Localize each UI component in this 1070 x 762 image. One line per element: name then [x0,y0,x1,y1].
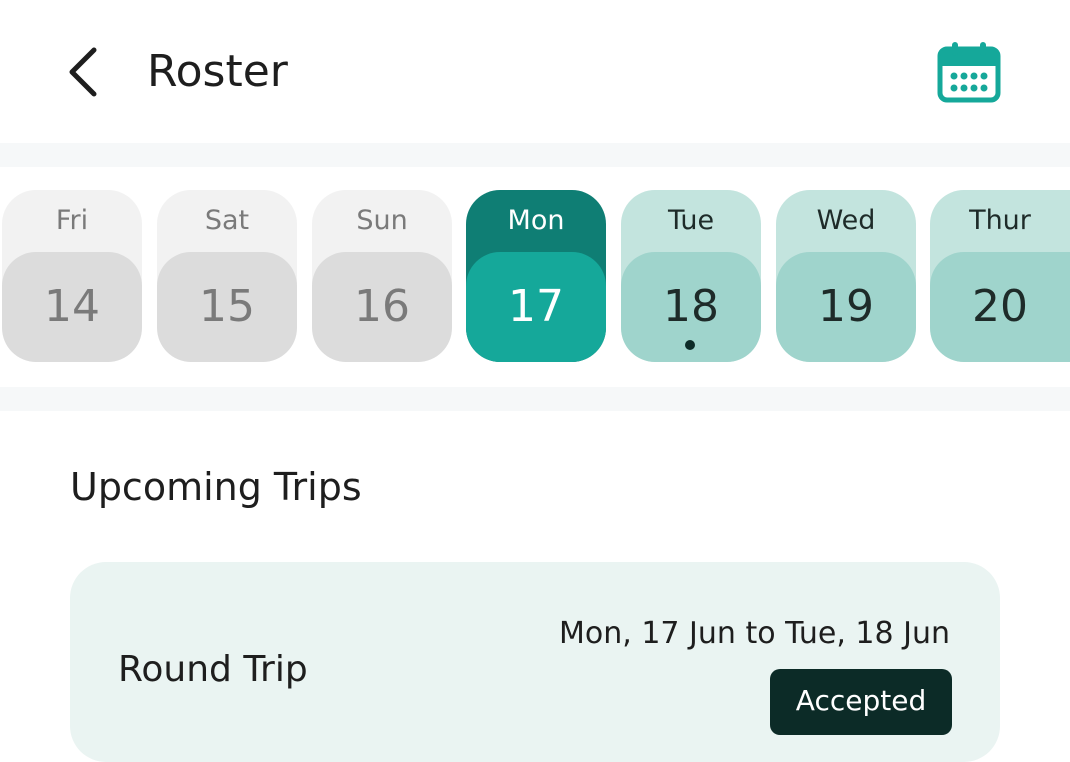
trip-dates: Mon, 17 Jun to Tue, 18 Jun [559,616,950,651]
day-name: Wed [816,205,876,236]
day-number: 16 [312,252,452,362]
calendar-button[interactable] [936,40,1002,104]
day-name: Mon [507,205,565,236]
day-chip-tue[interactable]: Tue 18 [621,190,761,362]
status-badge: Accepted [770,669,952,735]
day-chip-fri[interactable]: Fri 14 [2,190,142,362]
trip-type: Round Trip [118,649,308,690]
day-name: Fri [55,205,89,236]
calendar-icon [937,42,1001,103]
back-button[interactable] [60,44,110,100]
day-number: 17 [466,252,606,362]
day-number: 20 [930,252,1070,362]
day-name: Tue [667,205,715,236]
day-number: 19 [776,252,916,362]
day-name: Sun [356,205,408,236]
day-chip-sat[interactable]: Sat 15 [157,190,297,362]
upcoming-trips-heading: Upcoming Trips [70,465,362,509]
day-chip-sun[interactable]: Sun 16 [312,190,452,362]
day-chip-wed[interactable]: Wed 19 [776,190,916,362]
day-name: Sat [204,205,250,236]
app-header: Roster [0,0,1070,143]
day-chip-mon-selected[interactable]: Mon 17 [466,190,606,362]
day-name: Thur [969,205,1031,236]
date-strip: Fri 14 Sat 15 Sun 16 Mon 17 Tue 18 Wed 1… [0,143,1070,411]
day-number: 14 [2,252,142,362]
day-chip-thur[interactable]: Thur 20 [930,190,1070,362]
trip-card[interactable]: Round Trip Mon, 17 Jun to Tue, 18 Jun Ac… [70,562,1000,762]
event-dot [685,340,695,350]
page-title: Roster [147,46,288,97]
day-number: 15 [157,252,297,362]
chevron-left-icon [69,47,97,97]
